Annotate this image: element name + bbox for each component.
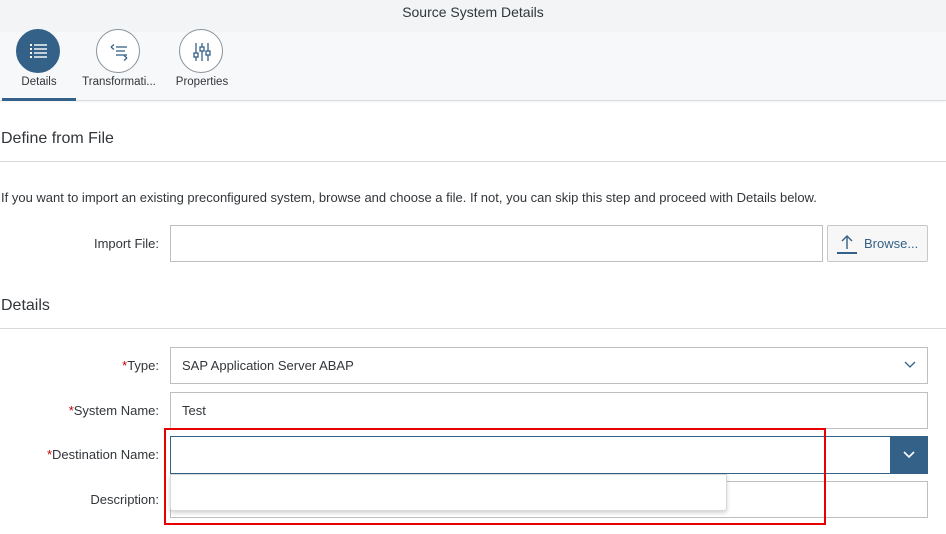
transformation-icon — [96, 29, 140, 73]
window-title: Source System Details — [402, 4, 544, 20]
system-name-label: *System Name: — [68, 403, 159, 418]
tab-properties-label: Properties — [175, 76, 229, 88]
tab-details[interactable]: Details — [2, 29, 76, 101]
upload-icon — [837, 235, 857, 254]
highlight-box — [164, 428, 826, 525]
type-label: *Type: — [122, 358, 159, 373]
section-divider — [0, 328, 946, 329]
type-select-value: SAP Application Server ABAP — [182, 358, 354, 373]
system-name-input[interactable]: Test — [170, 392, 928, 429]
browse-button-label: Browse... — [864, 236, 919, 251]
tab-details-label: Details — [21, 76, 57, 88]
import-info-text: If you want to import an existing precon… — [1, 190, 817, 205]
import-file-label: Import File: — [93, 236, 159, 251]
title-bar: Source System Details — [0, 0, 946, 33]
chevron-down-icon — [903, 451, 915, 459]
type-select[interactable]: SAP Application Server ABAP — [170, 347, 928, 384]
chevron-down-icon — [904, 361, 916, 368]
browse-button[interactable]: Browse... — [827, 225, 928, 262]
icon-tab-bar: Details Transformati... Properties — [0, 29, 946, 101]
define-from-file-title: Define from File — [1, 130, 114, 147]
tab-properties[interactable]: Properties — [165, 29, 239, 100]
details-title: Details — [1, 297, 50, 314]
destination-dropdown-button[interactable] — [890, 436, 928, 474]
destination-name-label: *Destination Name: — [46, 447, 159, 462]
tab-transformation-label: Transformati... — [82, 76, 156, 88]
import-file-input[interactable] — [170, 225, 823, 262]
sliders-icon — [179, 29, 223, 73]
tab-selected-indicator — [2, 98, 76, 101]
description-label: Description: — [90, 492, 159, 507]
section-divider — [0, 161, 946, 162]
tab-transformation[interactable]: Transformati... — [82, 29, 156, 100]
list-icon — [16, 29, 60, 73]
